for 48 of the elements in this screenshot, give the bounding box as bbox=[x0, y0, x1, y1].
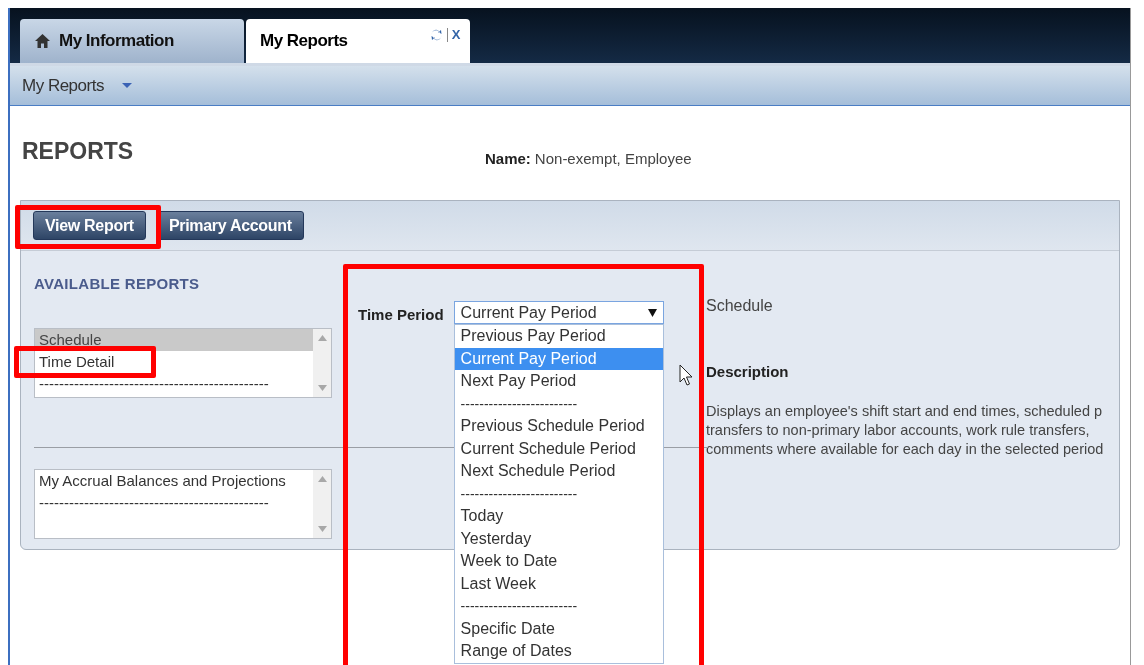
scrollbar[interactable] bbox=[313, 328, 331, 397]
section-heading: AVAILABLE REPORTS bbox=[34, 274, 201, 294]
dropdown-option[interactable]: Last Week bbox=[454, 572, 663, 595]
scrollbar[interactable] bbox=[313, 470, 331, 538]
dropdown-arrow-icon bbox=[647, 308, 657, 317]
name-label: Name: bbox=[485, 149, 531, 169]
dropdown-option[interactable]: Range of Dates bbox=[454, 640, 663, 663]
report-listbox[interactable]: My Accrual Balances and Projections ---------------------------------------------- bbox=[34, 469, 332, 539]
refresh-icon[interactable] bbox=[429, 28, 443, 41]
dropdown-option[interactable]: Yesterday bbox=[454, 527, 663, 550]
scroll-up-icon[interactable] bbox=[317, 334, 327, 341]
dropdown-option[interactable]: Today bbox=[454, 505, 663, 528]
description-line: transfers to non-primary labor accounts, work rule transfers, bbox=[706, 420, 1091, 440]
separator-option[interactable]: ------------------------- bbox=[454, 392, 663, 415]
list-item[interactable]: ---------------------------------------------- bbox=[35, 372, 313, 395]
name-value: Non-exempt, Employee bbox=[534, 149, 692, 169]
separator-option[interactable]: ------------------------- bbox=[454, 595, 663, 618]
scroll-up-icon[interactable] bbox=[317, 476, 327, 482]
mouse-cursor-icon bbox=[679, 364, 693, 387]
dropdown-option[interactable]: Previous Schedule Period bbox=[454, 415, 663, 438]
list-item[interactable]: My Accrual Balances and Projections bbox=[35, 470, 313, 492]
page-title: REPORTS bbox=[22, 137, 134, 166]
home-icon bbox=[34, 33, 51, 49]
list-item[interactable]: Time Detail bbox=[35, 350, 313, 373]
description-line: Displays an employee's shift start and end times, scheduled p bbox=[706, 401, 1104, 421]
reports-menu-button[interactable]: My Reports bbox=[22, 72, 132, 99]
tab[interactable]: My Information bbox=[20, 19, 244, 63]
caret-icon bbox=[121, 83, 132, 88]
list-item[interactable]: ---------------------------------------------- bbox=[35, 492, 313, 514]
report-name: Schedule bbox=[706, 296, 774, 316]
dropdown-option[interactable]: Previous Pay Period bbox=[454, 325, 663, 348]
dropdown-option[interactable]: Week to Date bbox=[454, 550, 663, 573]
separator-option[interactable]: ------------------------- bbox=[454, 482, 663, 505]
report-listbox[interactable]: Schedule Time Detail ---------------------------------------------- bbox=[34, 327, 332, 398]
field-label: Time Period bbox=[358, 305, 444, 325]
list-item[interactable]: Schedule bbox=[35, 328, 313, 351]
dropdown-option[interactable]: Next Schedule Period bbox=[454, 460, 663, 483]
scroll-down-icon[interactable] bbox=[317, 526, 327, 532]
time-period-select[interactable]: Current Pay Period bbox=[453, 301, 664, 324]
dropdown-option[interactable]: Next Pay Period bbox=[454, 370, 663, 393]
report-button[interactable]: View Report bbox=[33, 211, 146, 240]
close-tab-button[interactable]: X bbox=[451, 25, 460, 45]
dropdown-option[interactable]: Specific Date bbox=[454, 617, 663, 640]
description-heading: Description bbox=[706, 362, 790, 382]
tab[interactable]: My Reports X bbox=[246, 19, 470, 63]
dropdown-option[interactable]: Current Schedule Period bbox=[454, 437, 663, 460]
scroll-down-icon[interactable] bbox=[317, 384, 327, 391]
description-line: comments where available for each day in the selected period bbox=[706, 439, 1105, 459]
